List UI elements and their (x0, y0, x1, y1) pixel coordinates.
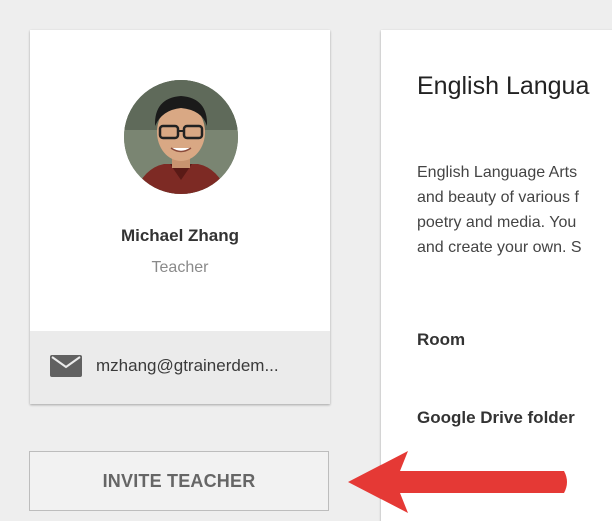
page: Michael Zhang Teacher mzhang@gtrainerdem… (0, 0, 612, 521)
left-arrow-icon (348, 451, 567, 513)
teacher-card: Michael Zhang Teacher mzhang@gtrainerdem… (30, 30, 330, 404)
description-line: English Language Arts (417, 164, 578, 181)
teacher-email[interactable]: mzhang@gtrainerdem... (96, 356, 279, 376)
class-title: English Langua (417, 72, 590, 100)
description-line: and create your own. S (417, 239, 582, 256)
invite-teacher-button[interactable]: INVITE TEACHER (29, 451, 329, 511)
avatar-image (124, 80, 238, 194)
drive-folder-label: Google Drive folder (417, 408, 575, 427)
email-row[interactable]: mzhang@gtrainerdem... (30, 331, 330, 404)
description-line: and beauty of various f (417, 189, 579, 206)
class-description: English Language Arts and beauty of vari… (417, 160, 612, 260)
teacher-name: Michael Zhang (120, 226, 240, 245)
avatar (124, 80, 238, 194)
description-line: poetry and media. You (417, 214, 577, 231)
room-label: Room (417, 330, 466, 349)
mail-icon (50, 355, 82, 377)
teacher-role: Teacher (151, 259, 209, 276)
